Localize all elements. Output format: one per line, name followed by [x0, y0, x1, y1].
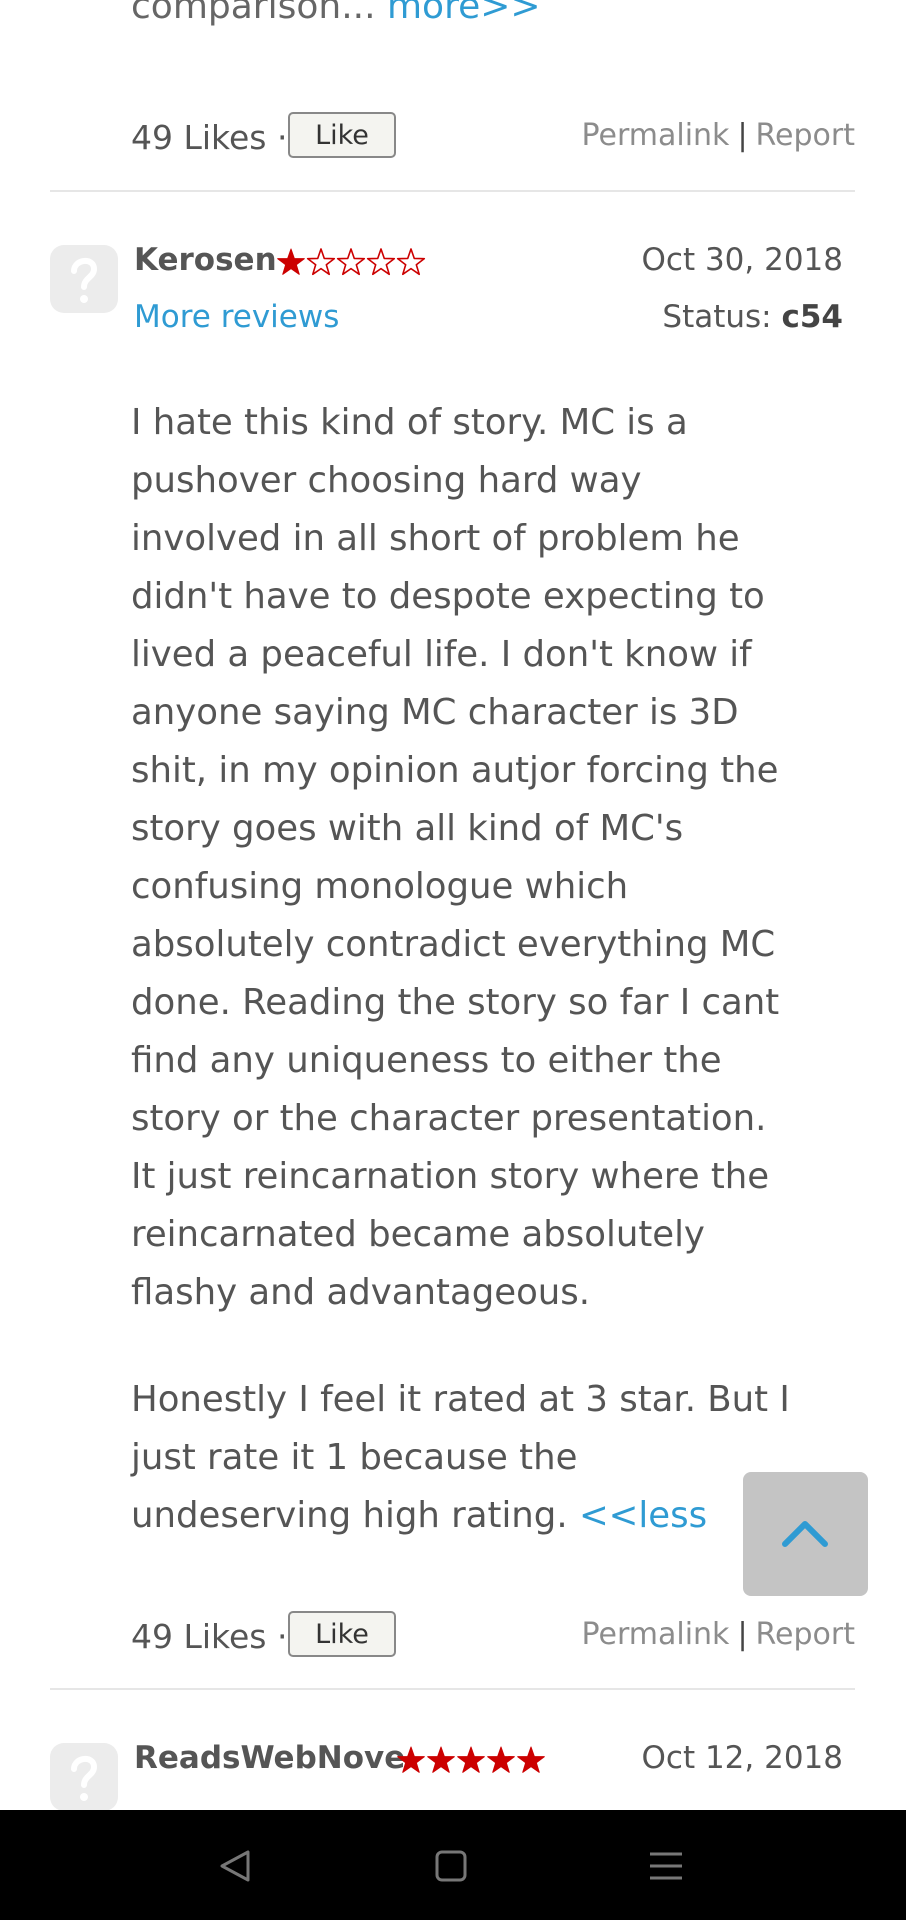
question-mark-avatar-icon [71, 1756, 98, 1801]
like-button[interactable]: Like [288, 112, 396, 158]
less-link[interactable]: <<less [579, 1495, 707, 1536]
permalink-link[interactable]: Permalink [581, 118, 729, 153]
review-actions: 49 Likes · Like Permalink | Report [131, 1611, 855, 1663]
star-filled-icon [457, 1746, 485, 1773]
review-paragraph: Honestly I feel it rated at 3 star. But … [131, 1379, 790, 1536]
reviewer-name[interactable]: ReadsWebNove [134, 1740, 405, 1776]
review-date: Oct 30, 2018 [641, 242, 844, 278]
likes-count: 49 Likes · [131, 118, 288, 157]
likes-count: 49 Likes · [131, 1617, 288, 1656]
review-body-continued: Honestly I feel it rated at 3 star. But … [131, 1371, 791, 1545]
chevron-up-icon [782, 1521, 828, 1547]
star-filled-icon [487, 1746, 515, 1773]
back-to-top-button[interactable] [743, 1472, 868, 1596]
divider [50, 190, 855, 192]
star-empty-icon [366, 248, 396, 276]
report-link[interactable]: Report [756, 1617, 855, 1652]
reviewer-name[interactable]: Kerosen [134, 242, 277, 278]
star-rating [397, 1746, 545, 1773]
triangle-back-icon [220, 1850, 250, 1882]
permalink-link[interactable]: Permalink [581, 1617, 729, 1652]
star-filled-icon [517, 1746, 545, 1773]
divider [50, 1688, 855, 1690]
hamburger-menu-icon [650, 1852, 682, 1880]
star-empty-icon [306, 248, 336, 276]
system-navigation-bar [0, 1810, 906, 1920]
report-link[interactable]: Report [756, 118, 855, 153]
reading-status: Status: c54 [662, 299, 843, 335]
review-links: Permalink | Report [581, 118, 855, 153]
review-paragraph: I hate this kind of story. MC is a pusho… [131, 402, 780, 1313]
star-filled-icon [277, 248, 305, 275]
back-button[interactable] [206, 1840, 262, 1892]
review-date: Oct 12, 2018 [641, 1740, 844, 1776]
previous-review-tail: comparison... more>> [131, 0, 541, 27]
review-body: I hate this kind of story. MC is a pusho… [131, 394, 791, 1322]
star-filled-icon [397, 1746, 425, 1773]
review-links: Permalink | Report [581, 1617, 855, 1652]
previous-review-text: comparison... [131, 0, 376, 27]
square-home-icon [435, 1850, 467, 1882]
home-button[interactable] [423, 1840, 479, 1892]
star-filled-icon [427, 1746, 455, 1773]
previous-review-actions: 49 Likes · Like Permalink | Report [131, 112, 855, 164]
star-empty-icon [336, 248, 366, 276]
star-empty-icon [396, 248, 426, 276]
question-mark-avatar-icon [71, 258, 98, 303]
menu-button[interactable] [638, 1840, 694, 1892]
avatar[interactable] [50, 245, 118, 313]
avatar[interactable] [50, 1743, 118, 1811]
more-reviews-link[interactable]: More reviews [134, 299, 339, 335]
like-button[interactable]: Like [288, 1611, 396, 1657]
more-link[interactable]: more>> [387, 0, 541, 27]
star-rating [277, 248, 426, 276]
